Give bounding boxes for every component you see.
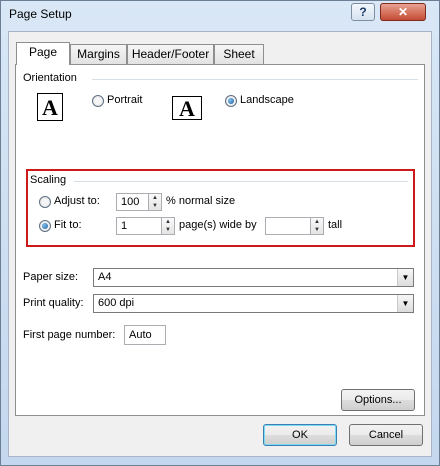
close-button[interactable]: ✕ [380,3,426,21]
landscape-page-icon: A [172,96,202,121]
chevron-down-icon[interactable]: ▼ [397,269,413,286]
spin-up-icon[interactable]: ▲ [311,218,323,226]
help-button[interactable]: ? [351,3,375,21]
first-page-number-input[interactable]: Auto [124,325,166,345]
tab-header-footer-label: Header/Footer [131,47,210,61]
print-quality-value: 600 dpi [98,297,135,309]
page-tab-panel: Orientation A Portrait A Landscape Scali… [15,64,425,416]
fit-tall-spinner[interactable]: ▲ ▼ [311,217,324,235]
spin-down-icon[interactable]: ▼ [162,226,174,234]
scaling-group-label: Scaling [30,174,67,186]
paper-size-select[interactable]: A4 ▼ [93,268,414,287]
adjust-suffix: % normal size [166,195,236,207]
spin-down-icon[interactable]: ▼ [311,226,323,234]
spin-up-icon[interactable]: ▲ [149,194,161,202]
ok-button[interactable]: OK [263,424,337,446]
dialog-body: Page Margins Header/Footer Sheet Orienta… [8,31,432,457]
adjust-to-spinner[interactable]: ▲ ▼ [149,193,162,211]
tab-sheet-label: Sheet [223,47,255,61]
landscape-radio[interactable] [225,95,237,107]
fit-to-label[interactable]: Fit to: [54,219,82,231]
title-bar[interactable]: Page Setup ? ✕ [1,1,439,27]
fit-tall-input[interactable] [265,217,311,235]
options-button[interactable]: Options... [341,389,415,411]
portrait-page-icon: A [37,93,63,121]
adjust-to-radio[interactable] [39,196,51,208]
fit-tall-suffix: tall [328,219,343,231]
landscape-label[interactable]: Landscape [240,94,294,106]
tab-margins-label: Margins [77,47,120,61]
print-quality-label: Print quality: [23,297,84,309]
fit-wide-spinner[interactable]: ▲ ▼ [162,217,175,235]
tab-header-footer[interactable]: Header/Footer [127,44,214,64]
tab-margins[interactable]: Margins [70,44,127,64]
adjust-to-input[interactable]: 100 [116,193,149,211]
orientation-divider [92,79,418,80]
first-page-number-label: First page number: [23,329,116,341]
spin-up-icon[interactable]: ▲ [162,218,174,226]
tab-page[interactable]: Page [16,42,70,65]
paper-size-value: A4 [98,271,112,283]
scaling-divider [74,181,408,182]
cancel-button[interactable]: Cancel [349,424,423,446]
page-setup-dialog: Page Setup ? ✕ Page Margins Header/Foote… [0,0,440,466]
tab-sheet[interactable]: Sheet [214,44,264,64]
fit-to-radio[interactable] [39,220,51,232]
chevron-down-icon[interactable]: ▼ [397,295,413,312]
window-title: Page Setup [9,7,72,21]
fit-wide-suffix: page(s) wide by [179,219,257,231]
portrait-radio[interactable] [92,95,104,107]
orientation-group-label: Orientation [23,72,77,84]
paper-size-label: Paper size: [23,271,79,283]
print-quality-select[interactable]: 600 dpi ▼ [93,294,414,313]
fit-wide-input[interactable]: 1 [116,217,162,235]
spin-down-icon[interactable]: ▼ [149,202,161,210]
adjust-to-label[interactable]: Adjust to: [54,195,100,207]
portrait-label[interactable]: Portrait [107,94,142,106]
tab-page-label: Page [28,45,58,59]
